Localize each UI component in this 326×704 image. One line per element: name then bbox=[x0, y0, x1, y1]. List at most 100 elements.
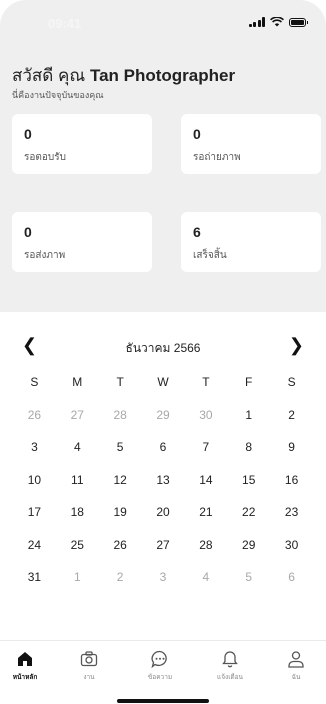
calendar-day-outside-month[interactable]: 29 bbox=[142, 408, 185, 422]
calendar-day[interactable]: 26 bbox=[99, 538, 142, 552]
stat-card-completed[interactable]: 6 เสร็จสิ้น bbox=[181, 212, 321, 272]
calendar-grid: S M T W T F S 26 27 28 29 30 1 2 3 4 5 6 7 8 9 10 11 12 13 14 15 16… bbox=[13, 366, 313, 594]
calendar-day-outside-month[interactable]: 1 bbox=[56, 570, 99, 584]
calendar-header: ❮ ธันวาคม 2566 ❯ bbox=[0, 336, 326, 356]
stat-label: รอตอบรับ bbox=[24, 152, 66, 163]
calendar-month-title: ธันวาคม 2566 bbox=[125, 341, 201, 355]
calendar-week-row: 3456789 bbox=[13, 431, 313, 464]
weekday-label: T bbox=[202, 375, 210, 390]
bottom-nav: หน้าหลัก งาน ข้อความ แจ้งเตือน ฉัน bbox=[0, 640, 326, 704]
nav-label-home: หน้าหลัก bbox=[12, 674, 38, 681]
wifi-icon bbox=[270, 17, 284, 27]
calendar-day[interactable]: 2 bbox=[270, 408, 313, 422]
calendar-day[interactable]: 6 bbox=[142, 440, 185, 454]
nav-item-messages[interactable]: ข้อความ bbox=[135, 649, 185, 682]
weekday-label: T bbox=[116, 375, 124, 390]
status-time: 09:41 bbox=[48, 16, 82, 31]
weekday-label: W bbox=[157, 375, 169, 390]
calendar-day[interactable]: 10 bbox=[13, 473, 56, 487]
greeting: สวัสดี คุณ Tan Photographer bbox=[12, 62, 235, 89]
dashboard-header-area: 09:41 สวัสดี คุณ Tan Photographer นี่คือ… bbox=[0, 0, 326, 312]
stat-value: 0 bbox=[193, 126, 201, 142]
calendar-day[interactable]: 7 bbox=[184, 440, 227, 454]
calendar-day[interactable]: 22 bbox=[227, 505, 270, 519]
nav-item-profile[interactable]: ฉัน bbox=[271, 649, 321, 682]
stat-value: 0 bbox=[24, 224, 32, 240]
calendar-day-outside-month[interactable]: 27 bbox=[56, 408, 99, 422]
calendar-day[interactable]: 25 bbox=[56, 538, 99, 552]
weekday-label: S bbox=[287, 375, 296, 390]
nav-label-jobs: งาน bbox=[83, 674, 95, 681]
calendar-week-row: 31 1 2 3 4 5 6 bbox=[13, 561, 313, 594]
calendar-week-row: 24 25 26 27 28 29 30 bbox=[13, 529, 313, 562]
app-screen: 09:41 สวัสดี คุณ Tan Photographer นี่คือ… bbox=[0, 0, 326, 704]
calendar-day[interactable]: 17 bbox=[13, 505, 56, 519]
calendar-day[interactable]: 31 bbox=[13, 570, 56, 584]
calendar-day[interactable]: 9 bbox=[270, 440, 313, 454]
calendar-day[interactable]: 28 bbox=[184, 538, 227, 552]
home-indicator bbox=[117, 699, 209, 703]
bell-icon bbox=[222, 651, 238, 668]
nav-label-profile: ฉัน bbox=[291, 674, 301, 681]
stat-label: รอส่งภาพ bbox=[24, 250, 66, 261]
stat-label: รอถ่ายภาพ bbox=[193, 152, 241, 163]
nav-item-home[interactable]: หน้าหลัก bbox=[0, 649, 50, 682]
calendar-day[interactable]: 15 bbox=[227, 473, 270, 487]
weekday-label: S bbox=[30, 375, 39, 390]
nav-item-jobs[interactable]: งาน bbox=[64, 649, 114, 682]
chat-icon bbox=[151, 650, 167, 669]
calendar-day[interactable]: 3 bbox=[13, 440, 56, 454]
battery-icon bbox=[289, 17, 308, 27]
calendar-day-outside-month[interactable]: 6 bbox=[270, 570, 313, 584]
calendar-day[interactable]: 1 bbox=[227, 408, 270, 422]
weekday-label: F bbox=[245, 375, 253, 390]
calendar-day[interactable]: 8 bbox=[227, 440, 270, 454]
calendar-day[interactable]: 11 bbox=[56, 473, 99, 487]
profile-icon bbox=[288, 651, 304, 668]
nav-label-notifications: แจ้งเตือน bbox=[217, 674, 243, 681]
calendar-weekday-row: SMTWTFS bbox=[13, 366, 313, 399]
user-name: Tan Photographer bbox=[89, 66, 236, 85]
calendar-day-outside-month[interactable]: 4 bbox=[184, 570, 227, 584]
calendar-day[interactable]: 12 bbox=[99, 473, 142, 487]
nav-label-messages: ข้อความ bbox=[147, 674, 173, 681]
signal-icon bbox=[248, 17, 265, 27]
stat-value: 0 bbox=[24, 126, 32, 142]
stat-card-awaiting-shoot[interactable]: 0 รอถ่ายภาพ bbox=[181, 114, 321, 174]
calendar-day[interactable]: 29 bbox=[227, 538, 270, 552]
calendar-day[interactable]: 20 bbox=[142, 505, 185, 519]
stat-card-awaiting-delivery[interactable]: 0 รอส่งภาพ bbox=[12, 212, 152, 272]
calendar-day[interactable]: 18 bbox=[56, 505, 99, 519]
greeting-prefix: สวัสดี คุณ bbox=[12, 66, 86, 85]
calendar-day[interactable]: 4 bbox=[56, 440, 99, 454]
calendar-day-outside-month[interactable]: 28 bbox=[99, 408, 142, 422]
calendar-day-outside-month[interactable]: 30 bbox=[184, 408, 227, 422]
calendar-day[interactable]: 27 bbox=[142, 538, 185, 552]
calendar-day[interactable]: 21 bbox=[184, 505, 227, 519]
calendar-day-outside-month[interactable]: 5 bbox=[227, 570, 270, 584]
calendar-week-row: 26 27 28 29 30 1 2 bbox=[13, 399, 313, 432]
calendar-day[interactable]: 24 bbox=[13, 538, 56, 552]
calendar-day[interactable]: 5 bbox=[99, 440, 142, 454]
calendar-day[interactable]: 13 bbox=[142, 473, 185, 487]
calendar-week-row: 17 18 19 20 21 22 23 bbox=[13, 496, 313, 529]
chevron-right-icon[interactable]: ❯ bbox=[289, 336, 304, 354]
stat-card-awaiting-confirmation[interactable]: 0 รอตอบรับ bbox=[12, 114, 152, 174]
calendar-week-row: 10 11 12 13 14 15 16 bbox=[13, 464, 313, 497]
calendar-day[interactable]: 30 bbox=[270, 538, 313, 552]
calendar-day-outside-month[interactable]: 26 bbox=[13, 408, 56, 422]
nav-item-notifications[interactable]: แจ้งเตือน bbox=[205, 649, 255, 682]
calendar-day-outside-month[interactable]: 2 bbox=[99, 570, 142, 584]
stat-value: 6 bbox=[193, 224, 201, 240]
home-icon bbox=[18, 652, 32, 666]
weekday-label: M bbox=[72, 375, 83, 390]
calendar-day[interactable]: 23 bbox=[270, 505, 313, 519]
calendar-day-outside-month[interactable]: 3 bbox=[142, 570, 185, 584]
greeting-subtitle: นี่คืองานปัจจุบันของคุณ bbox=[12, 90, 104, 100]
calendar-day[interactable]: 19 bbox=[99, 505, 142, 519]
calendar-day[interactable]: 16 bbox=[270, 473, 313, 487]
status-icons bbox=[248, 17, 308, 27]
status-bar: 09:41 bbox=[0, 0, 326, 44]
calendar-day[interactable]: 14 bbox=[184, 473, 227, 487]
stat-label: เสร็จสิ้น bbox=[193, 250, 227, 261]
